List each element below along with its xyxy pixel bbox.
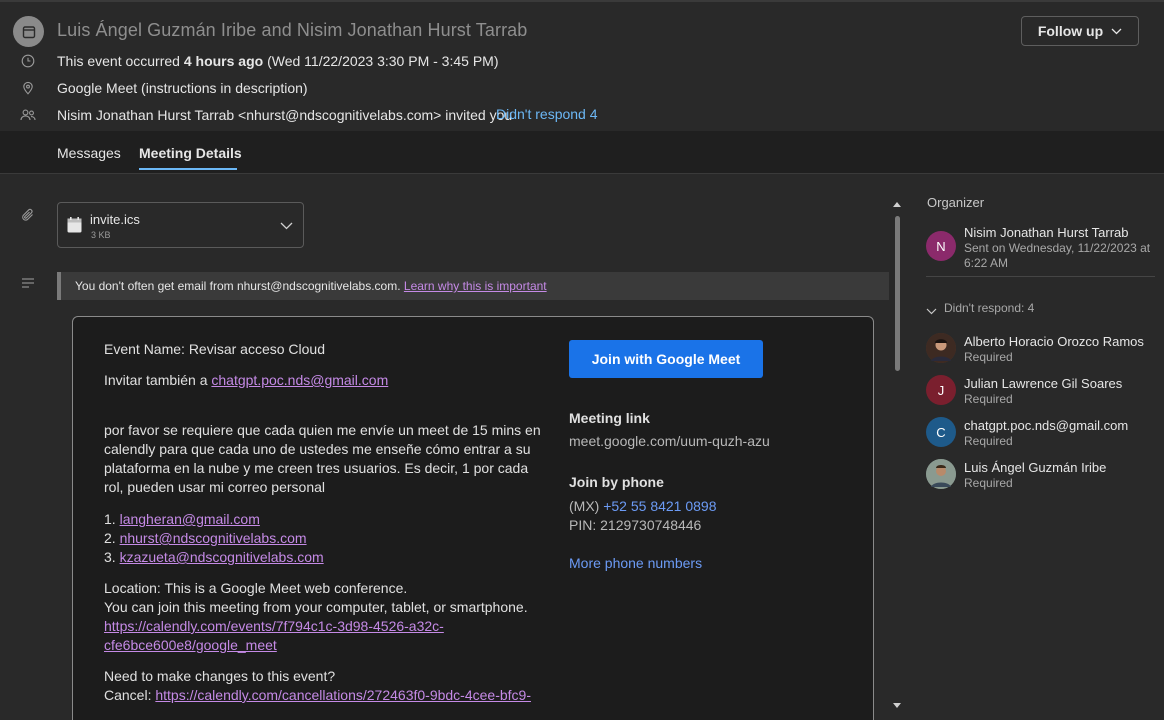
attendee-name[interactable]: chatgpt.poc.nds@gmail.com [964,418,1128,433]
organizer-name[interactable]: Nisim Jonathan Hurst Tarrab [964,225,1129,240]
email-link[interactable]: langheran@gmail.com [120,511,260,527]
list-number: 3. [104,549,120,565]
list-item: 2. nhurst@ndscognitivelabs.com [104,529,307,548]
attendee-role: Required [964,392,1013,406]
location-line: Location: This is a Google Meet web conf… [104,580,408,596]
list-number: 1. [104,511,120,527]
clock-icon [20,53,36,69]
didnt-respond-heading[interactable]: Didn't respond: 4 [944,301,1034,315]
pin-line: PIN: 2129730748446 [569,517,702,533]
calendar-icon [13,16,44,47]
body-line: rol, pueden usar mi correo personal [104,479,326,495]
tab-bar: Messages Meeting Details [0,131,1164,174]
calendly-event-link-cont[interactable]: cfe6bce600e8/google_meet [104,636,277,655]
active-tab-indicator [139,168,237,170]
didnt-respond-link[interactable]: Didn't respond 4 [496,106,598,122]
invited-by-text: Nisim Jonathan Hurst Tarrab <nhurst@ndsc… [57,107,513,123]
phone-line: (MX) +52 55 8421 0898 [569,497,717,516]
meeting-link[interactable]: meet.google.com/uum-quzh-azu [569,432,770,451]
list-item: 3. kzazueta@ndscognitivelabs.com [104,548,324,567]
paperclip-icon [21,208,35,225]
event-time: This event occurred 4 hours ago (Wed 11/… [57,53,498,69]
occurred-datetime: (Wed 11/22/2023 3:30 PM - 3:45 PM) [263,53,499,69]
avatar: C [926,417,956,447]
more-phone-numbers-link[interactable]: More phone numbers [569,554,702,573]
organizer-sent-line: Sent on Wednesday, 11/22/2023 at [964,241,1151,255]
organizer-sent-time: 6:22 AM [964,256,1009,270]
event-header: Luis Ángel Guzmán Iribe and Nisim Jonath… [0,0,1164,131]
body-line: plataforma en la nube y me creen tres us… [104,460,529,476]
event-description-card: Event Name: Revisar acceso Cloud Invitar… [72,316,874,720]
attendee-name[interactable]: Alberto Horacio Orozco Ramos [964,334,1144,349]
join-phone-label: Join by phone [569,474,664,490]
calendly-event-link[interactable]: https://calendly.com/events/7f794c1c-3d9… [104,617,444,636]
attachment-size: 3 KB [91,230,111,240]
changes-line: Need to make changes to this event? [104,668,336,684]
chevron-down-icon[interactable] [926,302,937,318]
email-link[interactable]: nhurst@ndscognitivelabs.com [120,530,307,546]
avatar [926,459,956,489]
people-icon [20,107,36,123]
event-location: Google Meet (instructions in description… [57,80,308,96]
tab-meeting-details[interactable]: Meeting Details [139,145,242,161]
text-lines-icon [21,276,35,292]
calendar-file-icon [67,217,82,233]
avatar: N [926,231,956,261]
avatar [926,333,956,363]
external-sender-warning: You don't often get email from nhurst@nd… [57,272,889,300]
chevron-down-icon [1111,28,1122,34]
chevron-down-icon[interactable] [280,217,293,233]
avatar: J [926,375,956,405]
invite-also-line: Invitar también a chatgpt.poc.nds@gmail.… [104,371,388,390]
warning-text: You don't often get email from nhurst@nd… [75,279,401,293]
scroll-up-icon[interactable] [892,196,902,212]
event-name: Event Name: Revisar acceso Cloud [104,341,325,357]
email-link[interactable]: kzazueta@ndscognitivelabs.com [120,549,324,565]
attachment-card[interactable]: invite.ics 3 KB [57,202,304,248]
invite-prefix: Invitar también a [104,372,212,388]
phone-link[interactable]: +52 55 8421 0898 [603,498,716,514]
scrollbar-thumb[interactable] [895,216,900,371]
invited-by: Nisim Jonathan Hurst Tarrab <nhurst@ndsc… [57,107,512,123]
cancel-prefix: Cancel: [104,687,156,703]
attachment-name: invite.ics [90,212,140,227]
tab-messages[interactable]: Messages [57,145,121,161]
organizer-heading: Organizer [927,195,985,210]
list-number: 2. [104,530,120,546]
cancel-line: Cancel: https://calendly.com/cancellatio… [104,686,531,705]
cancel-link[interactable]: https://calendly.com/cancellations/27246… [155,687,531,703]
attendee-role: Required [964,350,1013,364]
join-google-meet-button[interactable]: Join with Google Meet [569,340,763,378]
attendee-role: Required [964,476,1013,490]
body-line: por favor se requiere que cada quien me … [104,422,541,438]
follow-up-label: Follow up [1037,23,1104,39]
meeting-link-label: Meeting link [569,410,650,426]
occurred-prefix: This event occurred [57,53,184,69]
meeting-details-panel: invite.ics 3 KB You don't often get emai… [0,174,1164,720]
occurred-relative: 4 hours ago [183,53,264,69]
divider [926,276,1155,277]
attendee-role: Required [964,434,1013,448]
follow-up-button[interactable]: Follow up [1021,16,1139,46]
list-item: 1. langheran@gmail.com [104,510,260,529]
body-line: calendly para que cada uno de ustedes me… [104,441,531,457]
location-icon [20,80,36,96]
learn-why-link[interactable]: Learn why this is important [404,279,547,293]
attendee-name[interactable]: Julian Lawrence Gil Soares [964,376,1122,391]
phone-country: (MX) [569,498,604,514]
scroll-down-icon[interactable] [892,696,902,712]
join-info-line: You can join this meeting from your comp… [104,599,528,615]
attendee-name[interactable]: Luis Ángel Guzmán Iribe [964,460,1106,475]
page-title: Luis Ángel Guzmán Iribe and Nisim Jonath… [57,20,528,40]
invite-email-link[interactable]: chatgpt.poc.nds@gmail.com [211,372,388,388]
